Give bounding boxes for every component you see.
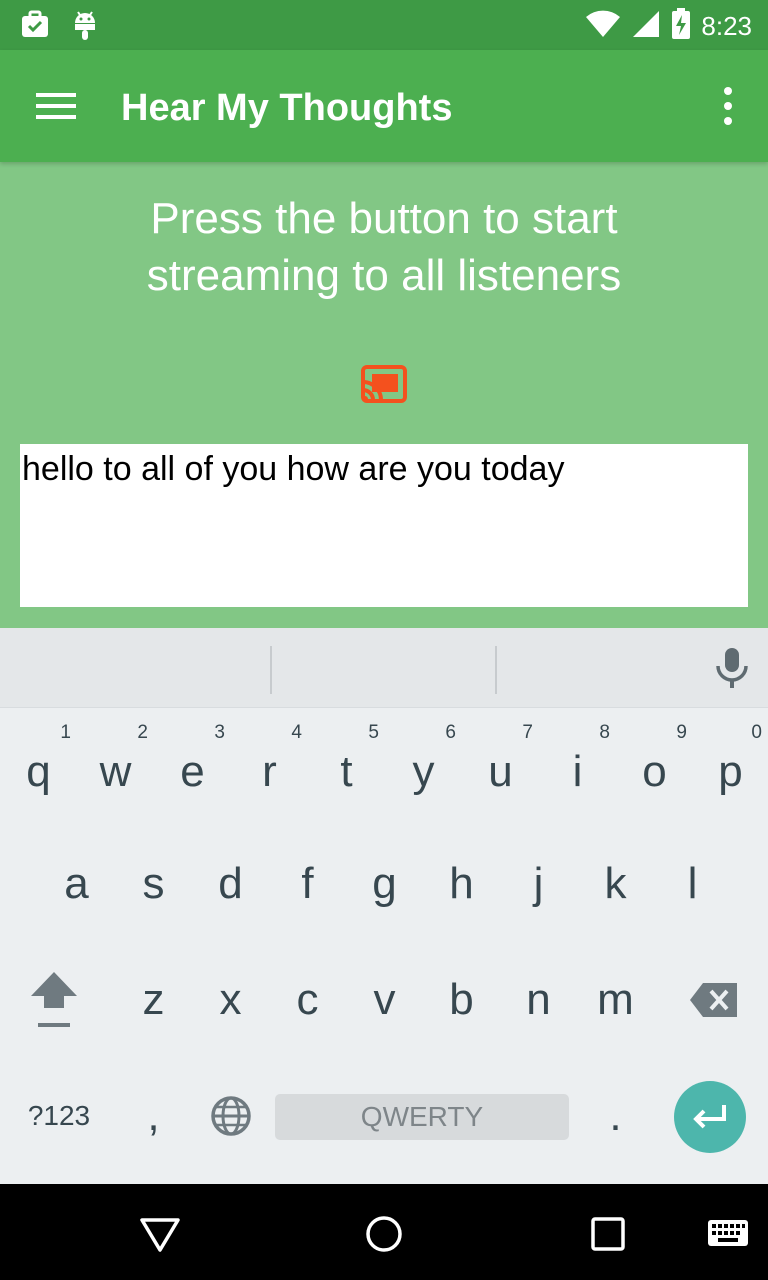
wifi-icon bbox=[585, 9, 621, 44]
suggestion-divider bbox=[270, 646, 272, 694]
key-v[interactable]: v bbox=[346, 952, 423, 1048]
key-hint: 6 bbox=[445, 722, 456, 743]
key-hint: 7 bbox=[522, 722, 533, 743]
message-input[interactable]: hello to all of you how are you today bbox=[20, 444, 748, 607]
recents-icon[interactable] bbox=[586, 1212, 630, 1256]
suggestion-strip bbox=[0, 628, 768, 708]
key-m[interactable]: m bbox=[577, 952, 654, 1048]
instruction-line-2: streaming to all listeners bbox=[146, 251, 622, 300]
key-p[interactable]: p0 bbox=[693, 722, 768, 820]
key-y[interactable]: y6 bbox=[385, 722, 462, 820]
hamburger-menu-icon[interactable] bbox=[34, 88, 78, 124]
key-h[interactable]: h bbox=[423, 836, 500, 932]
globe-icon[interactable] bbox=[192, 1068, 269, 1164]
more-vert-icon[interactable] bbox=[720, 86, 736, 126]
status-bar: 8:23 bbox=[0, 0, 768, 50]
keyboard-icon[interactable] bbox=[706, 1212, 750, 1256]
instruction-text: Press the button to start streaming to a… bbox=[0, 190, 768, 304]
key-label: o bbox=[642, 747, 667, 796]
key-n[interactable]: n bbox=[500, 952, 577, 1048]
briefcase-check-icon bbox=[20, 9, 50, 46]
key-hint: 3 bbox=[214, 722, 225, 743]
key-label: e bbox=[180, 747, 205, 796]
key-w[interactable]: w2 bbox=[77, 722, 154, 820]
key-g[interactable]: g bbox=[346, 836, 423, 932]
key-j[interactable]: j bbox=[500, 836, 577, 932]
key-z[interactable]: z bbox=[115, 952, 192, 1048]
home-icon[interactable] bbox=[362, 1212, 406, 1256]
key-q[interactable]: q1 bbox=[0, 722, 77, 820]
key-l[interactable]: l bbox=[654, 836, 731, 932]
key-b[interactable]: b bbox=[423, 952, 500, 1048]
key-hint: 4 bbox=[291, 722, 302, 743]
key-o[interactable]: o9 bbox=[616, 722, 693, 820]
key-hint: 5 bbox=[368, 722, 379, 743]
key-label: u bbox=[488, 747, 513, 796]
cast-connected-icon[interactable] bbox=[360, 364, 408, 406]
app-bar: Hear My Thoughts bbox=[0, 50, 768, 162]
key-hint: 2 bbox=[137, 722, 148, 743]
android-icon bbox=[72, 9, 98, 46]
key-label: p bbox=[718, 747, 743, 796]
soft-keyboard: q1 w2 e3 r4 t5 y6 u7 i8 o9 p0 a s d f g … bbox=[0, 628, 768, 1184]
key-e[interactable]: e3 bbox=[154, 722, 231, 820]
key-k[interactable]: k bbox=[577, 836, 654, 932]
key-u[interactable]: u7 bbox=[462, 722, 539, 820]
key-c[interactable]: c bbox=[269, 952, 346, 1048]
key-label: i bbox=[572, 747, 583, 796]
key-t[interactable]: t5 bbox=[308, 722, 385, 820]
key-hint: 1 bbox=[60, 722, 71, 743]
key-i[interactable]: i8 bbox=[539, 722, 616, 820]
shift-icon[interactable] bbox=[14, 952, 94, 1048]
key-label: r bbox=[262, 747, 277, 796]
instruction-line-1: Press the button to start bbox=[150, 194, 618, 243]
key-x[interactable]: x bbox=[192, 952, 269, 1048]
signal-icon bbox=[631, 9, 661, 44]
symbols-key[interactable]: ?123 bbox=[14, 1068, 104, 1164]
backspace-icon[interactable] bbox=[670, 952, 758, 1048]
key-s[interactable]: s bbox=[115, 836, 192, 932]
back-icon[interactable] bbox=[138, 1212, 182, 1256]
key-r[interactable]: r4 bbox=[231, 722, 308, 820]
key-label: q bbox=[26, 747, 51, 796]
key-label: w bbox=[99, 747, 132, 796]
microphone-icon[interactable] bbox=[712, 646, 752, 690]
battery-charging-icon bbox=[671, 8, 691, 45]
key-hint: 9 bbox=[676, 722, 687, 743]
key-a[interactable]: a bbox=[38, 836, 115, 932]
key-label: t bbox=[340, 747, 353, 796]
period-key[interactable]: . bbox=[577, 1068, 654, 1164]
key-label: y bbox=[412, 747, 435, 796]
clock: 8:23 bbox=[701, 11, 752, 41]
comma-key[interactable]: , bbox=[115, 1068, 192, 1164]
suggestion-divider bbox=[495, 646, 497, 694]
app-title: Hear My Thoughts bbox=[121, 87, 453, 129]
navigation-bar bbox=[0, 1184, 768, 1280]
space-bar[interactable]: QWERTY bbox=[275, 1094, 569, 1140]
key-d[interactable]: d bbox=[192, 836, 269, 932]
key-f[interactable]: f bbox=[269, 836, 346, 932]
key-hint: 0 bbox=[751, 722, 762, 743]
enter-icon[interactable] bbox=[674, 1081, 746, 1153]
key-hint: 8 bbox=[599, 722, 610, 743]
